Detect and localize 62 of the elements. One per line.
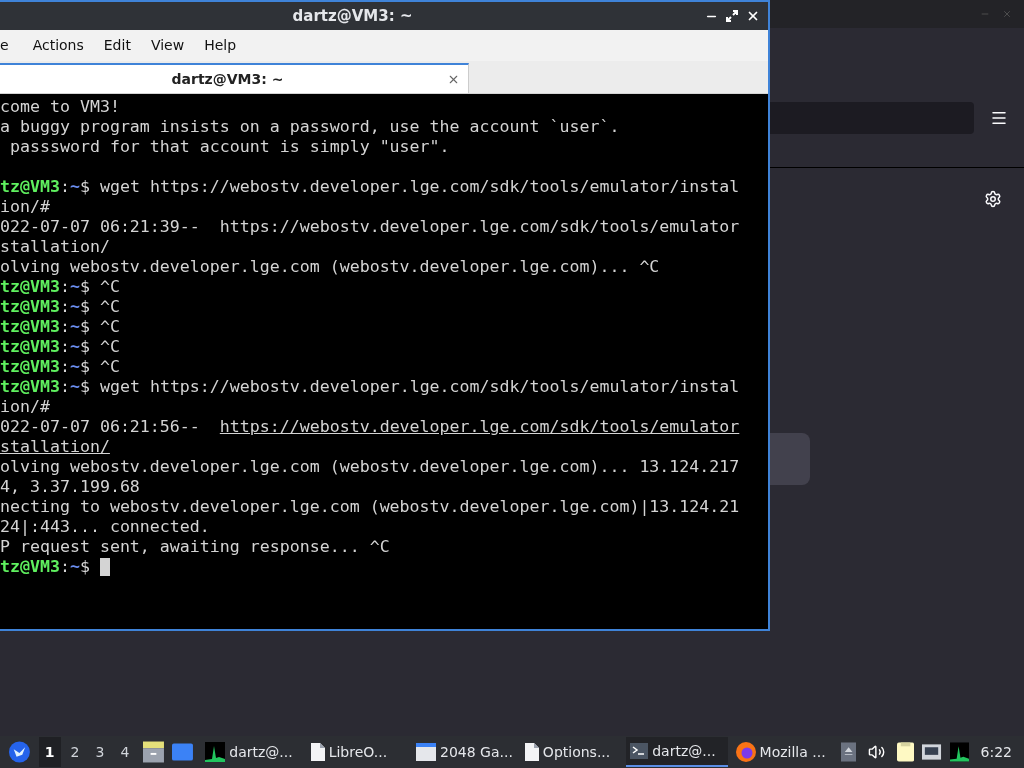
- tab-label: dartz@VM3: ~: [170, 69, 285, 89]
- task-button[interactable]: 2048 Ga...: [412, 737, 517, 767]
- terminal-icon: [630, 743, 649, 759]
- terminal-line: passsword for that account is simply "user".: [9, 137, 451, 157]
- clipboard-icon[interactable]: [897, 742, 915, 762]
- cpu-graph-icon: [205, 742, 226, 762]
- menu-item[interactable]: Actions: [22, 35, 94, 56]
- menu-icon[interactable]: [990, 109, 1008, 127]
- eject-icon[interactable]: [840, 742, 857, 762]
- workspace-button[interactable]: 1: [38, 737, 61, 767]
- terminal-line: necting to webostv.developer.lge.com (webostv.developer.lge.com)|13.124.21: [0, 497, 741, 517]
- window-title: dartz@VM3: ~: [291, 5, 414, 27]
- terminal-line: tz@VM3:~$ ^C: [0, 277, 120, 297]
- task-button[interactable]: LibreO...: [306, 737, 408, 767]
- browser-icon: [735, 742, 756, 762]
- tab[interactable]: dartz@VM3: ~: [0, 63, 469, 93]
- terminal-line: tz@VM3:~$ ^C: [0, 317, 120, 337]
- terminal-line: tz@VM3:~$ wget https://webostv.developer.lge.com/sdk/tools/emulator/instal: [0, 177, 740, 197]
- cpu-graph-icon: [949, 742, 969, 762]
- terminal-line: stallation/: [0, 237, 111, 257]
- menu-item[interactable]: e: [0, 35, 9, 56]
- window-icon[interactable]: [172, 743, 194, 761]
- terminal-line: ion/#: [0, 397, 51, 417]
- terminal-line: come to VM3!: [0, 97, 121, 117]
- window-icon: [416, 743, 436, 761]
- document-icon: [524, 743, 539, 761]
- task-button[interactable]: dartz@...: [626, 737, 728, 767]
- terminal-line: olving webostv.developer.lge.com (webostv.developer.lge.com)... ^C: [0, 257, 661, 277]
- terminal-line: P request sent, awaiting response... ^C: [0, 537, 391, 557]
- settings-icon[interactable]: [984, 190, 1002, 208]
- menu-item[interactable]: Help: [194, 35, 247, 56]
- workspace-button[interactable]: 4: [114, 737, 136, 767]
- document-icon: [310, 743, 325, 761]
- terminal-line: tz@VM3:~$ ^C: [0, 337, 120, 357]
- start-menu-icon[interactable]: [8, 740, 31, 764]
- terminal-line: tz@VM3:~$ ^C: [0, 357, 120, 377]
- terminal-line: 022-07-07 06:21:56-- https://webostv.developer.lge.com/sdk/tools/emulator: [0, 417, 741, 437]
- terminal-line: tz@VM3:~$: [0, 557, 90, 577]
- task-button[interactable]: Mozilla ...: [731, 737, 833, 767]
- terminal-line: 4, 3.37.199.68: [0, 477, 141, 497]
- terminal-line: a buggy program insists on a password, use the account `user`.: [0, 117, 621, 137]
- menu-item[interactable]: Edit: [93, 35, 141, 56]
- menu-item[interactable]: View: [140, 35, 195, 56]
- terminal-line: tz@VM3:~$ ^C: [0, 297, 120, 317]
- terminal-line: olving webostv.developer.lge.com (webostv.developer.lge.com)... 13.124.217: [0, 457, 741, 477]
- url-link[interactable]: stallation/: [0, 437, 110, 457]
- terminal-line: ion/#: [0, 197, 51, 217]
- url-link[interactable]: https://webostv.developer.lge.com/sdk/tools/emulator: [219, 417, 740, 436]
- clock[interactable]: 6:22: [980, 741, 1012, 763]
- file-cabinet-icon[interactable]: [143, 741, 165, 763]
- maximize-icon[interactable]: [726, 10, 738, 22]
- network-icon[interactable]: [922, 744, 942, 760]
- task-button[interactable]: Options...: [520, 737, 623, 767]
- address-field[interactable]: [770, 102, 974, 134]
- task-button[interactable]: dartz@...: [201, 737, 303, 767]
- terminal-line: 24|:443... connected.: [0, 517, 211, 537]
- workspace-button[interactable]: 2: [64, 737, 86, 767]
- close-icon[interactable]: [746, 9, 760, 23]
- speaker-icon[interactable]: [868, 743, 886, 761]
- workspace-button[interactable]: 3: [89, 737, 111, 767]
- terminal-line: 022-07-07 06:21:39-- https://webostv.developer.lge.com/sdk/tools/emulator: [0, 217, 741, 237]
- terminal-line: tz@VM3:~$ wget https://webostv.developer.lge.com/sdk/tools/emulator/instal: [0, 377, 740, 397]
